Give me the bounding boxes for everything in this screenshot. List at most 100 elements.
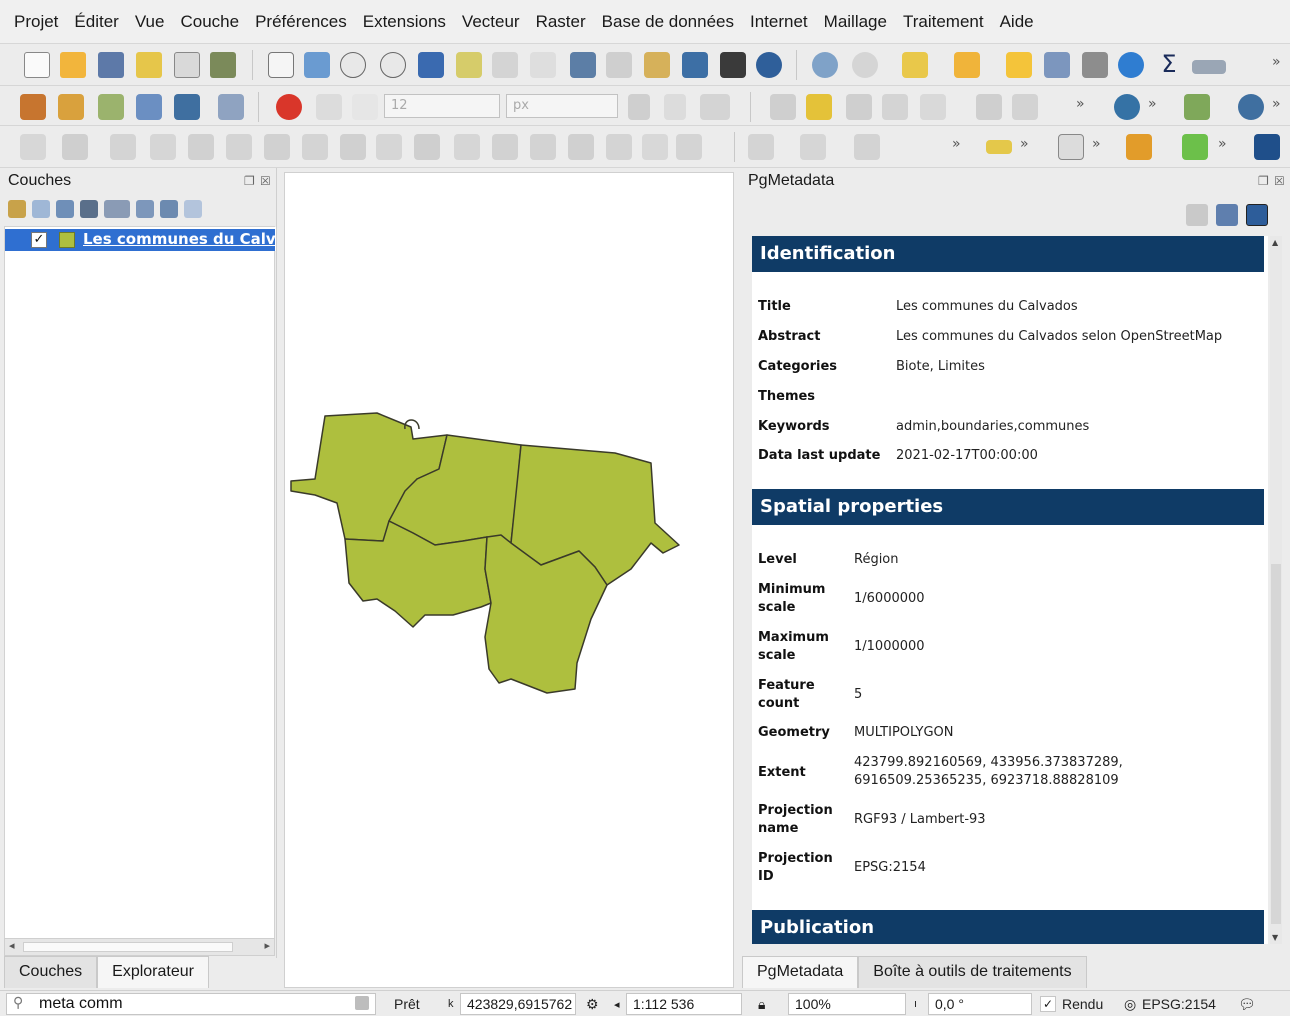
more-tools-chevron[interactable]: » bbox=[1272, 54, 1281, 70]
save-project-icon[interactable] bbox=[98, 52, 124, 78]
menu-internet[interactable]: Internet bbox=[742, 12, 816, 32]
polygon-symbol-icon[interactable] bbox=[59, 232, 75, 248]
cut-icon[interactable] bbox=[1012, 94, 1038, 120]
add-feature-icon[interactable] bbox=[882, 94, 908, 120]
more-tools-chevron-5[interactable]: » bbox=[952, 136, 961, 152]
metadata-scroll-thumb[interactable] bbox=[1271, 564, 1281, 924]
new-project-icon[interactable] bbox=[24, 52, 50, 78]
circle-digitize-icon[interactable] bbox=[800, 134, 826, 160]
menu-extensions[interactable]: Extensions bbox=[355, 12, 454, 32]
pan-hand-icon[interactable] bbox=[268, 52, 294, 78]
layer-item[interactable]: ✓ Les communes du Calvados bbox=[5, 227, 276, 251]
tab-explorateur[interactable]: Explorateur bbox=[97, 956, 209, 988]
reshape-icon[interactable] bbox=[340, 134, 366, 160]
scroll-thumb[interactable] bbox=[23, 942, 233, 952]
locator-search-field[interactable]: ⚲ meta comm bbox=[6, 993, 376, 1015]
undock-metadata-icon[interactable]: ❐ bbox=[1258, 174, 1269, 188]
filter-legend-icon[interactable] bbox=[80, 200, 98, 218]
digitize-icon[interactable] bbox=[276, 94, 302, 120]
rotation-field[interactable]: 0,0 ° bbox=[928, 993, 1032, 1015]
merge-features-icon[interactable] bbox=[700, 94, 730, 120]
expand-all-icon[interactable] bbox=[136, 200, 154, 218]
style-manager-icon[interactable] bbox=[210, 52, 236, 78]
delete-part-icon[interactable] bbox=[664, 94, 686, 120]
close-metadata-icon[interactable]: ☒ bbox=[1274, 174, 1285, 188]
lock-scale-icon[interactable]: 🔒︎ bbox=[758, 996, 765, 1013]
metadata-scrollbar[interactable]: ▲ ▼ bbox=[1270, 236, 1282, 944]
crs-globe-icon[interactable]: ◎ bbox=[1124, 996, 1136, 1013]
toggle-auto-open-icon[interactable] bbox=[1246, 204, 1268, 226]
plugin-icon[interactable] bbox=[1184, 94, 1210, 120]
identify-disabled-icon[interactable] bbox=[852, 52, 878, 78]
zoom-native-icon[interactable] bbox=[530, 52, 556, 78]
new-scratch-layer-icon[interactable] bbox=[136, 94, 162, 120]
zoom-full-icon[interactable] bbox=[418, 52, 444, 78]
layer-tree-scrollbar[interactable]: ◂ ▸ bbox=[4, 938, 275, 956]
wrench-icon[interactable] bbox=[1186, 204, 1208, 226]
search-locator-icon[interactable] bbox=[1182, 134, 1208, 160]
coordinate-field[interactable]: 423829,6915762 bbox=[460, 993, 576, 1015]
save-edits-icon[interactable] bbox=[846, 94, 872, 120]
save-metadata-icon[interactable] bbox=[1216, 204, 1238, 226]
zoom-last-icon[interactable] bbox=[570, 52, 596, 78]
zoom-to-layer-icon[interactable] bbox=[492, 52, 518, 78]
layer-name[interactable]: Les communes du Calvados bbox=[83, 230, 275, 250]
polygon-digitize-icon[interactable] bbox=[854, 134, 880, 160]
tab-pgmetadata[interactable]: PgMetadata bbox=[742, 956, 859, 988]
trim-extend-icon[interactable] bbox=[454, 134, 480, 160]
messages-icon[interactable]: 💬︎ bbox=[1238, 996, 1256, 1013]
menu-vecteur[interactable]: Vecteur bbox=[454, 12, 528, 32]
deselect-icon[interactable] bbox=[1006, 52, 1032, 78]
layer-visibility-checkbox[interactable]: ✓ bbox=[31, 232, 47, 248]
rotate-feature-icon[interactable] bbox=[110, 134, 136, 160]
tab-processing-toolbox[interactable]: Boîte à outils de traitements bbox=[858, 956, 1087, 988]
temporal-controller-icon[interactable] bbox=[682, 52, 708, 78]
split-parts-icon[interactable] bbox=[492, 134, 518, 160]
menu-editer[interactable]: Éditer bbox=[66, 12, 126, 32]
add-ring-icon[interactable] bbox=[188, 134, 214, 160]
snapping-icon[interactable] bbox=[352, 94, 378, 120]
metadata-icon[interactable] bbox=[1058, 134, 1084, 160]
render-checkbox[interactable]: ✓ bbox=[1040, 996, 1056, 1012]
toggle-extents-icon[interactable]: ⚙ bbox=[586, 996, 599, 1013]
python-console-icon[interactable] bbox=[1114, 94, 1140, 120]
offset-curve-icon[interactable] bbox=[376, 134, 402, 160]
pencil-icon[interactable] bbox=[806, 94, 832, 120]
delete-ring-icon[interactable] bbox=[302, 134, 328, 160]
map-canvas[interactable] bbox=[284, 172, 734, 988]
remove-layer-icon[interactable] bbox=[184, 200, 202, 218]
scroll-right-icon[interactable]: ▸ bbox=[264, 939, 270, 952]
data-source-manager-icon[interactable] bbox=[20, 94, 46, 120]
scroll-left-icon[interactable]: ◂ bbox=[9, 939, 15, 952]
open-project-icon[interactable] bbox=[60, 52, 86, 78]
menu-raster[interactable]: Raster bbox=[528, 12, 594, 32]
zoom-out-icon[interactable] bbox=[380, 52, 406, 78]
rocket-icon[interactable] bbox=[1254, 134, 1280, 160]
field-calculator-icon[interactable] bbox=[1082, 52, 1108, 78]
undock-icon[interactable]: ❐ bbox=[244, 174, 255, 188]
bar-chart-icon[interactable] bbox=[20, 134, 46, 160]
more-tools-chevron-8[interactable]: » bbox=[1218, 136, 1227, 152]
more-tools-chevron-6[interactable]: » bbox=[1020, 136, 1029, 152]
attribute-table-icon[interactable] bbox=[1044, 52, 1070, 78]
magnifier-field[interactable]: 100% bbox=[788, 993, 906, 1015]
crs-button[interactable]: EPSG:2154 bbox=[1142, 996, 1216, 1012]
split-features-icon[interactable] bbox=[628, 94, 650, 120]
scroll-down-icon[interactable]: ▼ bbox=[1272, 933, 1278, 942]
identify-features-icon[interactable] bbox=[812, 52, 838, 78]
menu-vue[interactable]: Vue bbox=[127, 12, 173, 32]
new-spatialite-icon[interactable] bbox=[218, 94, 244, 120]
shape-digitize-icon[interactable] bbox=[748, 134, 774, 160]
plugin-db-icon[interactable] bbox=[1126, 134, 1152, 160]
vertex-tool-icon[interactable] bbox=[316, 94, 342, 120]
processing-toolbox-icon[interactable] bbox=[1118, 52, 1144, 78]
add-part-icon[interactable] bbox=[226, 134, 252, 160]
more-tools-chevron-7[interactable]: » bbox=[1092, 136, 1101, 152]
simplify-icon[interactable] bbox=[150, 134, 176, 160]
refresh-icon[interactable] bbox=[756, 52, 782, 78]
tab-couches[interactable]: Couches bbox=[4, 956, 98, 988]
label-tool-icon[interactable] bbox=[642, 134, 668, 160]
more-tools-chevron-2[interactable]: » bbox=[1076, 96, 1085, 112]
menu-base-de-donnees[interactable]: Base de données bbox=[594, 12, 742, 32]
globe-icon[interactable] bbox=[1238, 94, 1264, 120]
